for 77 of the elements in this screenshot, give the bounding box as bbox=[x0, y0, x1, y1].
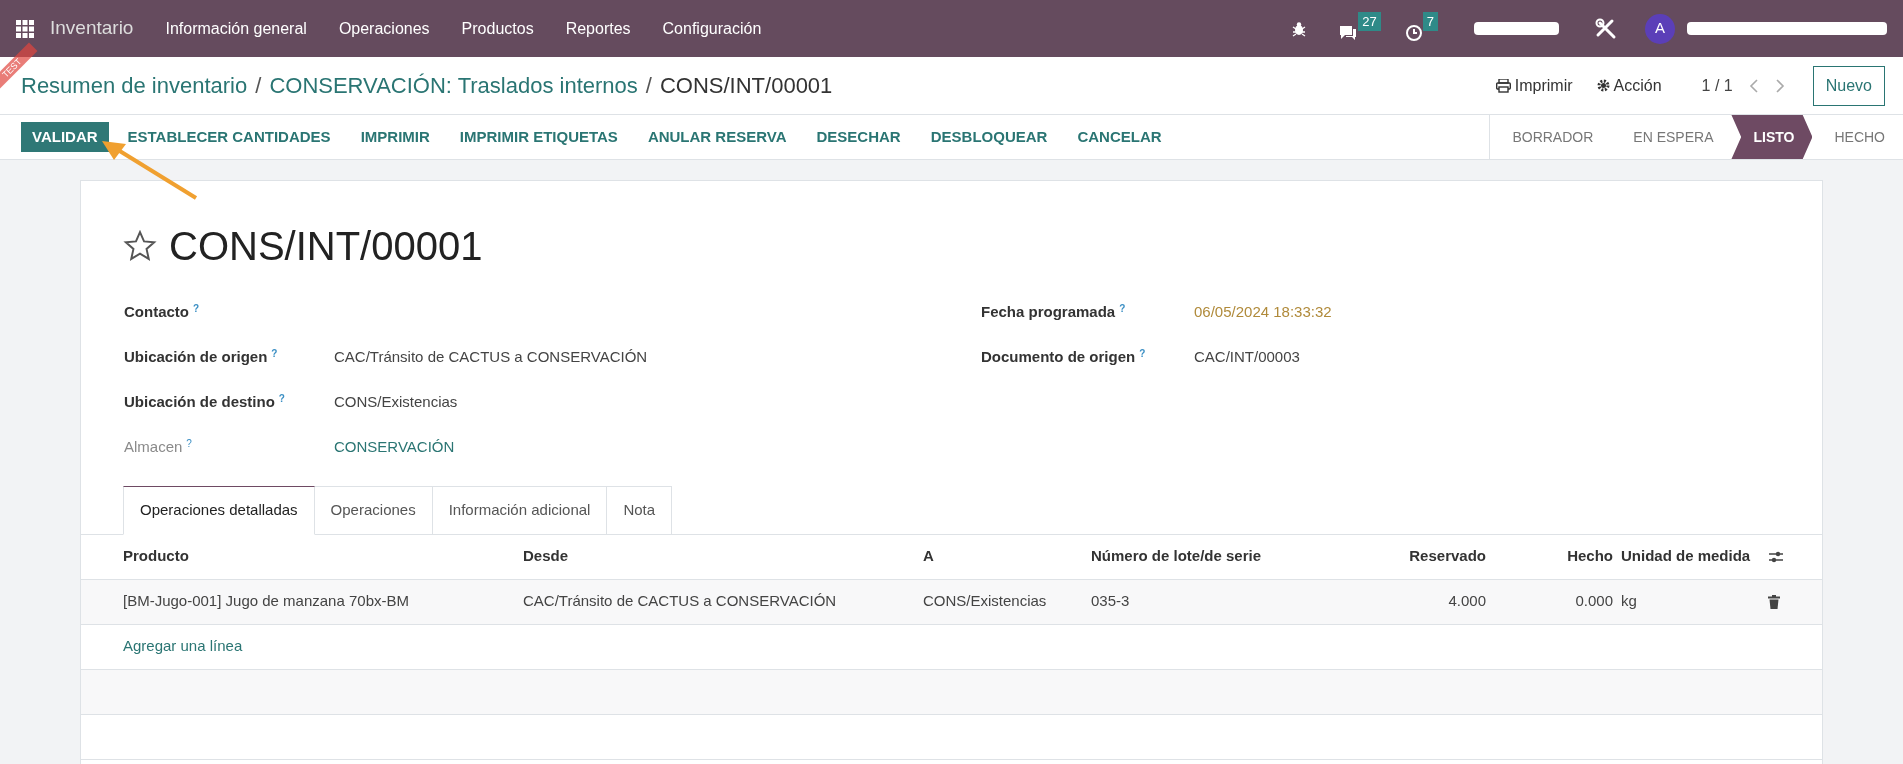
action-button[interactable]: IMPRIMIR bbox=[349, 122, 441, 152]
menu-item[interactable]: Productos bbox=[461, 16, 534, 41]
clock-icon[interactable] bbox=[1404, 23, 1423, 42]
field-value[interactable]: CONSERVACIÓN bbox=[334, 436, 455, 459]
field-label: Documento de origen $^{?}$ bbox=[981, 347, 1147, 367]
breadcrumb-separator: / bbox=[645, 72, 652, 100]
action-button[interactable]: DESBLOQUEAR bbox=[919, 122, 1059, 152]
breadcrumb-item: CONS/INT/00001 bbox=[659, 72, 833, 100]
column-settings-icon[interactable] bbox=[1768, 549, 1784, 564]
new-button[interactable]: Nuevo bbox=[1812, 65, 1885, 106]
column-header[interactable]: Número de lote/de serie bbox=[1091, 545, 1321, 568]
form-tab[interactable]: Información adicional bbox=[432, 486, 608, 535]
status-step[interactable]: HECHO bbox=[1812, 115, 1903, 159]
record-title: CONS/INT/00001 bbox=[169, 223, 483, 270]
action-button[interactable]: CANCELAR bbox=[1066, 122, 1173, 152]
app-grid-icon[interactable] bbox=[16, 19, 34, 38]
field-value: CONS/Existencias bbox=[334, 392, 458, 412]
field-label: Ubicación de origen $^{?}$ bbox=[124, 347, 279, 367]
menu-item[interactable]: Información general bbox=[165, 16, 307, 41]
column-header[interactable]: Reservado bbox=[1321, 545, 1486, 568]
field-label: Ubicación de destino $^{?}$ bbox=[124, 392, 286, 412]
help-tooltip-mark[interactable]: ? bbox=[186, 438, 192, 449]
star-icon[interactable] bbox=[123, 230, 157, 262]
form-tab[interactable]: Operaciones detalladas bbox=[123, 486, 315, 535]
form-tab[interactable]: Nota bbox=[607, 486, 673, 535]
menu-item[interactable]: Operaciones bbox=[338, 16, 430, 41]
activity-count-badge: 7 bbox=[1422, 11, 1438, 31]
field-value: CAC/Tránsito de CACTUS a CONSERVACIÓN bbox=[334, 347, 648, 367]
help-tooltip-mark[interactable]: ? bbox=[1119, 303, 1126, 314]
trash-icon[interactable] bbox=[1768, 594, 1780, 609]
help-tooltip-mark[interactable]: ? bbox=[193, 303, 200, 314]
status-step[interactable]: LISTO bbox=[1731, 115, 1813, 159]
action-button[interactable]: ESTABLECER CANTIDADES bbox=[116, 122, 342, 152]
column-header[interactable]: Desde bbox=[523, 545, 923, 568]
print-menu-button[interactable]: Imprimir bbox=[1495, 73, 1573, 98]
status-step[interactable]: BORRADOR bbox=[1490, 115, 1612, 159]
action-button[interactable]: DESECHAR bbox=[805, 122, 912, 152]
app-name[interactable]: Inventario bbox=[50, 14, 134, 43]
table-cell-text: [BM-Jugo-001] Jugo de manzana 70bx-BM bbox=[123, 591, 410, 612]
table-cell-text: 035-3 bbox=[1091, 591, 1131, 612]
field-label: Contacto $^{?}$ bbox=[124, 302, 201, 322]
printer-icon bbox=[1495, 78, 1511, 93]
field-label: Almacen $^{?}$ bbox=[124, 437, 193, 457]
column-header[interactable]: Producto bbox=[123, 545, 523, 568]
table-cell-text: 4.000 bbox=[1447, 591, 1486, 612]
field-value: 06/05/2024 18:33:32 bbox=[1194, 302, 1332, 322]
column-header[interactable]: Hecho bbox=[1486, 545, 1621, 568]
pager-value: 1 / 1 bbox=[1701, 75, 1733, 96]
action-button[interactable]: IMPRIMIR ETIQUETAS bbox=[448, 122, 629, 152]
help-tooltip-mark[interactable]: ? bbox=[278, 393, 285, 404]
breadcrumb-item[interactable]: CONSERVACIÓN: Traslados internos bbox=[269, 69, 638, 102]
help-tooltip-mark[interactable]: ? bbox=[271, 348, 278, 359]
chat-icon[interactable] bbox=[1338, 23, 1359, 42]
gear-icon bbox=[1596, 79, 1610, 92]
breadcrumb-separator: / bbox=[255, 72, 262, 100]
table-cell-text: kg bbox=[1621, 591, 1638, 612]
add-line-link[interactable]: Agregar una línea bbox=[123, 635, 243, 658]
field-label: Fecha programada $^{?}$ bbox=[981, 302, 1127, 322]
table-cell-text: CAC/Tránsito de CACTUS a CONSERVACIÓN bbox=[523, 591, 838, 612]
table-cell-text: CONS/Existencias bbox=[923, 591, 1048, 612]
message-count-badge: 27 bbox=[1358, 11, 1381, 31]
tools-icon[interactable] bbox=[1595, 17, 1617, 40]
action-menu-button[interactable]: Acción bbox=[1596, 73, 1662, 98]
menu-item[interactable]: Configuración bbox=[662, 16, 762, 41]
form-tab[interactable]: Operaciones bbox=[314, 486, 433, 535]
status-step[interactable]: EN ESPERA bbox=[1611, 115, 1732, 159]
help-tooltip-mark[interactable]: ? bbox=[1139, 348, 1146, 359]
menu-item[interactable]: Reportes bbox=[565, 16, 631, 41]
action-button[interactable]: ANULAR RESERVA bbox=[636, 122, 798, 152]
bug-icon[interactable] bbox=[1292, 20, 1307, 37]
user-avatar[interactable]: A bbox=[1645, 13, 1675, 44]
table-cell-text: 0.000 bbox=[1574, 591, 1614, 612]
field-value: CAC/INT/00003 bbox=[1194, 347, 1300, 367]
action-button[interactable]: VALIDAR bbox=[21, 122, 109, 152]
breadcrumb-item[interactable]: Resumen de inventario bbox=[21, 69, 248, 102]
column-header[interactable]: Unidad de medida bbox=[1621, 545, 1768, 568]
column-header[interactable]: A bbox=[923, 545, 1091, 568]
